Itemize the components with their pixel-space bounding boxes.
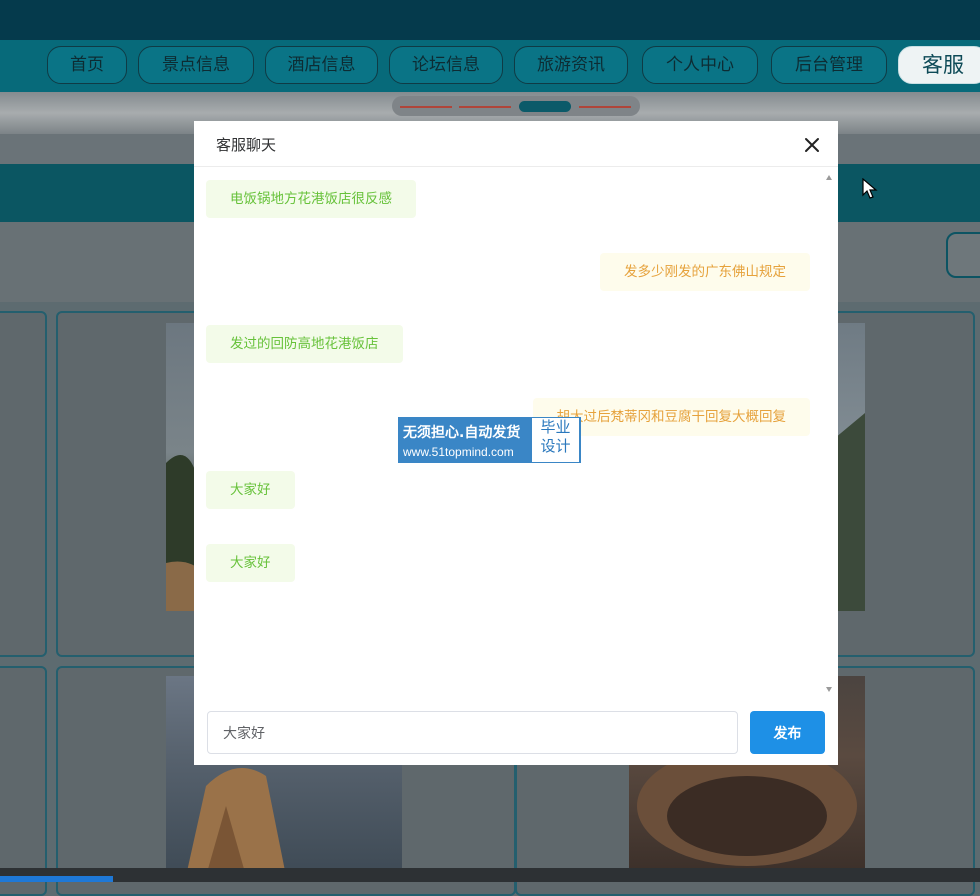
nav-personal-center[interactable]: 个人中心 — [642, 46, 758, 84]
nav-admin[interactable]: 后台管理 — [771, 46, 887, 84]
message-input[interactable] — [207, 711, 738, 754]
chat-message-left: 大家好 — [206, 471, 295, 509]
video-bottom-bar — [0, 868, 980, 882]
main-nav: 首页 景点信息 酒店信息 论坛信息 旅游资讯 个人中心 后台管理 客服 — [0, 40, 980, 92]
carousel-dot-1[interactable] — [400, 106, 452, 108]
scroll-down-arrow-icon[interactable] — [826, 687, 832, 692]
watermark-slogan: 无须担心.自动发货 — [403, 425, 521, 441]
top-bar — [0, 0, 980, 40]
carousel-dot-2[interactable] — [459, 106, 511, 108]
watermark-text-block: 无须担心.自动发货 www.51topmind.com — [398, 417, 531, 463]
dialog-header: 客服聊天 — [194, 121, 838, 167]
chat-message-right: 发多少刚发的广东佛山规定 — [600, 253, 810, 291]
carousel-dot-3[interactable] — [519, 101, 571, 112]
nav-hotels[interactable]: 酒店信息 — [265, 46, 378, 84]
nav-forum[interactable]: 论坛信息 — [389, 46, 503, 84]
chat-message-left: 发过的回防高地花港饭店 — [206, 325, 403, 363]
dialog-title: 客服聊天 — [216, 136, 277, 154]
publish-button[interactable]: 发布 — [750, 711, 825, 754]
card[interactable] — [0, 311, 47, 657]
chat-message-left: 大家好 — [206, 544, 295, 582]
chat-message-left: 电饭锅地方花港饭店很反感 — [206, 180, 416, 218]
watermark-badge-line1: 毕业 — [540, 418, 571, 436]
watermark-badge: 毕业 设计 — [532, 418, 579, 462]
watermark-badge-line2: 设计 — [540, 437, 571, 455]
playback-progress[interactable] — [0, 876, 113, 882]
watermark-logo: 无须担心.自动发货 www.51topmind.com 毕业 设计 — [398, 417, 581, 463]
nav-home[interactable]: 首页 — [47, 46, 127, 84]
close-icon[interactable] — [800, 133, 824, 157]
side-button[interactable] — [946, 232, 980, 278]
scroll-up-arrow-icon[interactable] — [826, 175, 832, 180]
mouse-cursor-icon — [862, 178, 878, 199]
nav-travel-news[interactable]: 旅游资讯 — [514, 46, 628, 84]
card[interactable] — [0, 666, 47, 896]
nav-attractions[interactable]: 景点信息 — [138, 46, 254, 84]
carousel-dot-4[interactable] — [579, 106, 631, 108]
nav-customer-service[interactable]: 客服 — [898, 46, 980, 84]
watermark-url: www.51topmind.com — [403, 445, 514, 459]
